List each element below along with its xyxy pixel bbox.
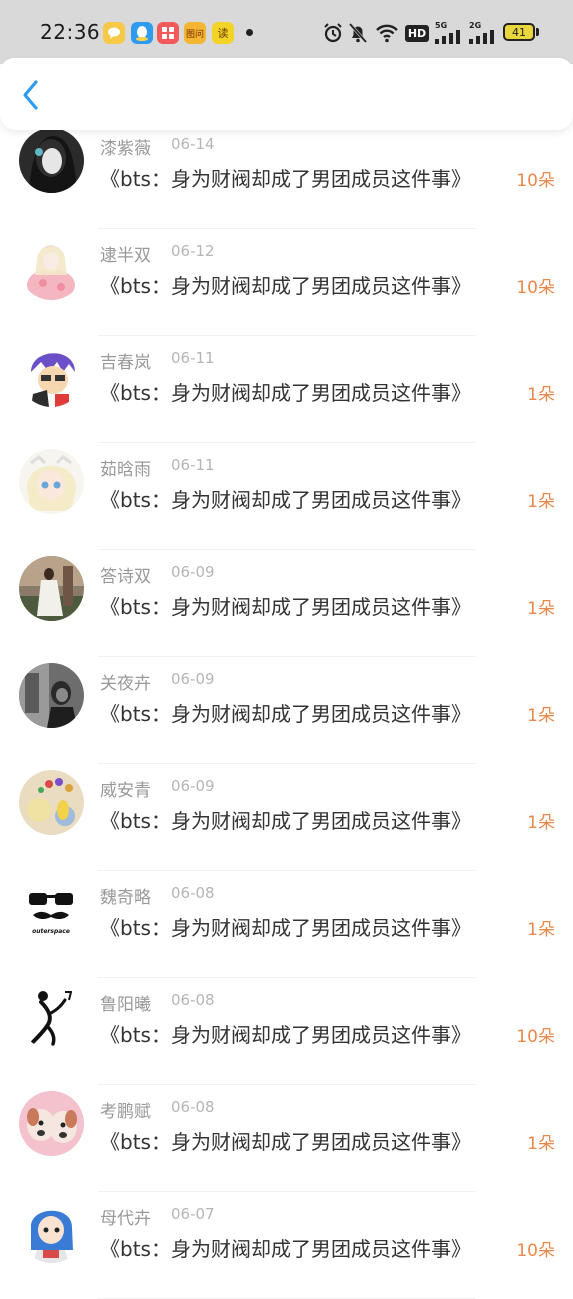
mute-bell-icon — [348, 22, 368, 44]
avatar[interactable] — [19, 449, 84, 514]
gift-amount: 10朵 — [516, 1241, 555, 1261]
book-title: 《bts：身为财阀却成了男团成员这件事》 — [100, 1023, 471, 1047]
avatar[interactable] — [19, 663, 84, 728]
avatar[interactable] — [19, 128, 84, 193]
gift-date: 06-09 — [171, 777, 215, 795]
gift-date: 06-08 — [171, 1098, 215, 1116]
gift-amount: 1朵 — [527, 813, 555, 833]
qq-penguin-icon — [131, 22, 153, 44]
avatar[interactable] — [19, 342, 84, 407]
gift-date: 06-14 — [171, 135, 215, 153]
avatar[interactable] — [19, 556, 84, 621]
book-title: 《bts：身为财阀却成了男团成员这件事》 — [100, 809, 471, 833]
list-item[interactable]: 茹晗雨 06-11 《bts：身为财阀却成了男团成员这件事》 1朵 — [0, 443, 573, 550]
list-item[interactable]: 考鹏赋 06-08 《bts：身为财阀却成了男团成员这件事》 1朵 — [0, 1085, 573, 1192]
gift-date: 06-11 — [171, 349, 215, 367]
avatar[interactable] — [19, 1091, 84, 1156]
battery-tip — [536, 28, 539, 36]
avatar[interactable] — [19, 1198, 84, 1263]
book-title: 《bts：身为财阀却成了男团成员这件事》 — [100, 916, 471, 940]
gift-amount: 1朵 — [527, 920, 555, 940]
gift-amount: 10朵 — [516, 278, 555, 298]
gift-date: 06-08 — [171, 884, 215, 902]
sender-name: 鲁阳曦 — [100, 995, 151, 1015]
gift-amount: 1朵 — [527, 706, 555, 726]
list-item[interactable]: 关夜卉 06-09 《bts：身为财阀却成了男团成员这件事》 1朵 — [0, 657, 573, 764]
sender-name: 威安青 — [100, 781, 151, 801]
wifi-icon — [374, 22, 400, 44]
sender-name: 茹晗雨 — [100, 460, 151, 480]
gift-amount: 1朵 — [527, 599, 555, 619]
gift-date: 06-12 — [171, 242, 215, 260]
list-item[interactable]: 逮半双 06-12 《bts：身为财阀却成了男团成员这件事》 10朵 — [0, 229, 573, 336]
clock: 22:36 — [40, 20, 101, 44]
gift-date: 06-08 — [171, 991, 215, 1009]
sender-name: 漆紫薇 — [100, 139, 151, 159]
status-bar: 22:36 图问 读 HD 5G 2G 41 — [0, 0, 573, 64]
gift-amount: 10朵 — [516, 171, 555, 191]
gift-date: 06-09 — [171, 670, 215, 688]
list-item[interactable]: 漆紫薇 06-14 《bts：身为财阀却成了男团成员这件事》 10朵 — [0, 122, 573, 229]
gift-record-list: 漆紫薇 06-14 《bts：身为财阀却成了男团成员这件事》 10朵 逮半双 0… — [0, 128, 573, 1299]
signal-5g-icon: 5G — [435, 22, 463, 44]
chat-bubble-app-icon — [103, 22, 125, 44]
list-item[interactable]: 答诗双 06-09 《bts：身为财阀却成了男团成员这件事》 1朵 — [0, 550, 573, 657]
avatar[interactable] — [19, 770, 84, 835]
gift-amount: 10朵 — [516, 1027, 555, 1047]
book-title: 《bts：身为财阀却成了男团成员这件事》 — [100, 595, 471, 619]
sender-name: 魏奇略 — [100, 888, 151, 908]
book-title: 《bts：身为财阀却成了男团成员这件事》 — [100, 488, 471, 512]
reader-app-icon: 读 — [212, 22, 234, 44]
gift-amount: 1朵 — [527, 1134, 555, 1154]
sender-name: 答诗双 — [100, 567, 151, 587]
list-item[interactable]: 威安青 06-09 《bts：身为财阀却成了男团成员这件事》 1朵 — [0, 764, 573, 871]
gift-date: 06-11 — [171, 456, 215, 474]
gift-date: 06-07 — [171, 1205, 215, 1223]
book-title: 《bts：身为财阀却成了男团成员这件事》 — [100, 274, 471, 298]
list-item[interactable]: outerspace 魏奇略 06-08 《bts：身为财阀却成了男团成员这件事… — [0, 871, 573, 978]
list-item[interactable]: 鲁阳曦 06-08 《bts：身为财阀却成了男团成员这件事》 10朵 — [0, 978, 573, 1085]
news-app-icon: 图问 — [184, 22, 206, 44]
sender-name: 吉春岚 — [100, 353, 151, 373]
avatar[interactable] — [19, 235, 84, 300]
sender-name: 母代卉 — [100, 1209, 151, 1229]
book-title: 《bts：身为财阀却成了男团成员这件事》 — [100, 381, 471, 405]
book-title: 《bts：身为财阀却成了男团成员这件事》 — [100, 167, 471, 191]
gift-date: 06-09 — [171, 563, 215, 581]
book-title: 《bts：身为财阀却成了男团成员这件事》 — [100, 702, 471, 726]
signal-2g-icon: 2G — [469, 22, 497, 44]
back-button[interactable] — [14, 78, 48, 112]
sender-name: 关夜卉 — [100, 674, 151, 694]
sender-name: 考鹏赋 — [100, 1102, 151, 1122]
gift-amount: 1朵 — [527, 492, 555, 512]
sender-name: 逮半双 — [100, 246, 151, 266]
chevron-left-icon — [23, 80, 38, 110]
notification-dot — [246, 29, 253, 36]
top-nav-bar — [0, 58, 573, 130]
book-title: 《bts：身为财阀却成了男团成员这件事》 — [100, 1130, 471, 1154]
avatar[interactable]: outerspace — [19, 877, 84, 942]
list-item[interactable]: 吉春岚 06-11 《bts：身为财阀却成了男团成员这件事》 1朵 — [0, 336, 573, 443]
hd-voice-icon: HD — [404, 22, 430, 44]
book-title: 《bts：身为财阀却成了男团成员这件事》 — [100, 1237, 471, 1261]
shopping-app-icon — [157, 22, 179, 44]
battery-icon: 41 — [503, 23, 535, 41]
avatar[interactable] — [19, 984, 84, 1049]
list-item[interactable]: 母代卉 06-07 《bts：身为财阀却成了男团成员这件事》 10朵 — [0, 1192, 573, 1299]
svg-text:outerspace: outerspace — [32, 928, 70, 935]
alarm-icon — [322, 22, 344, 44]
gift-amount: 1朵 — [527, 385, 555, 405]
